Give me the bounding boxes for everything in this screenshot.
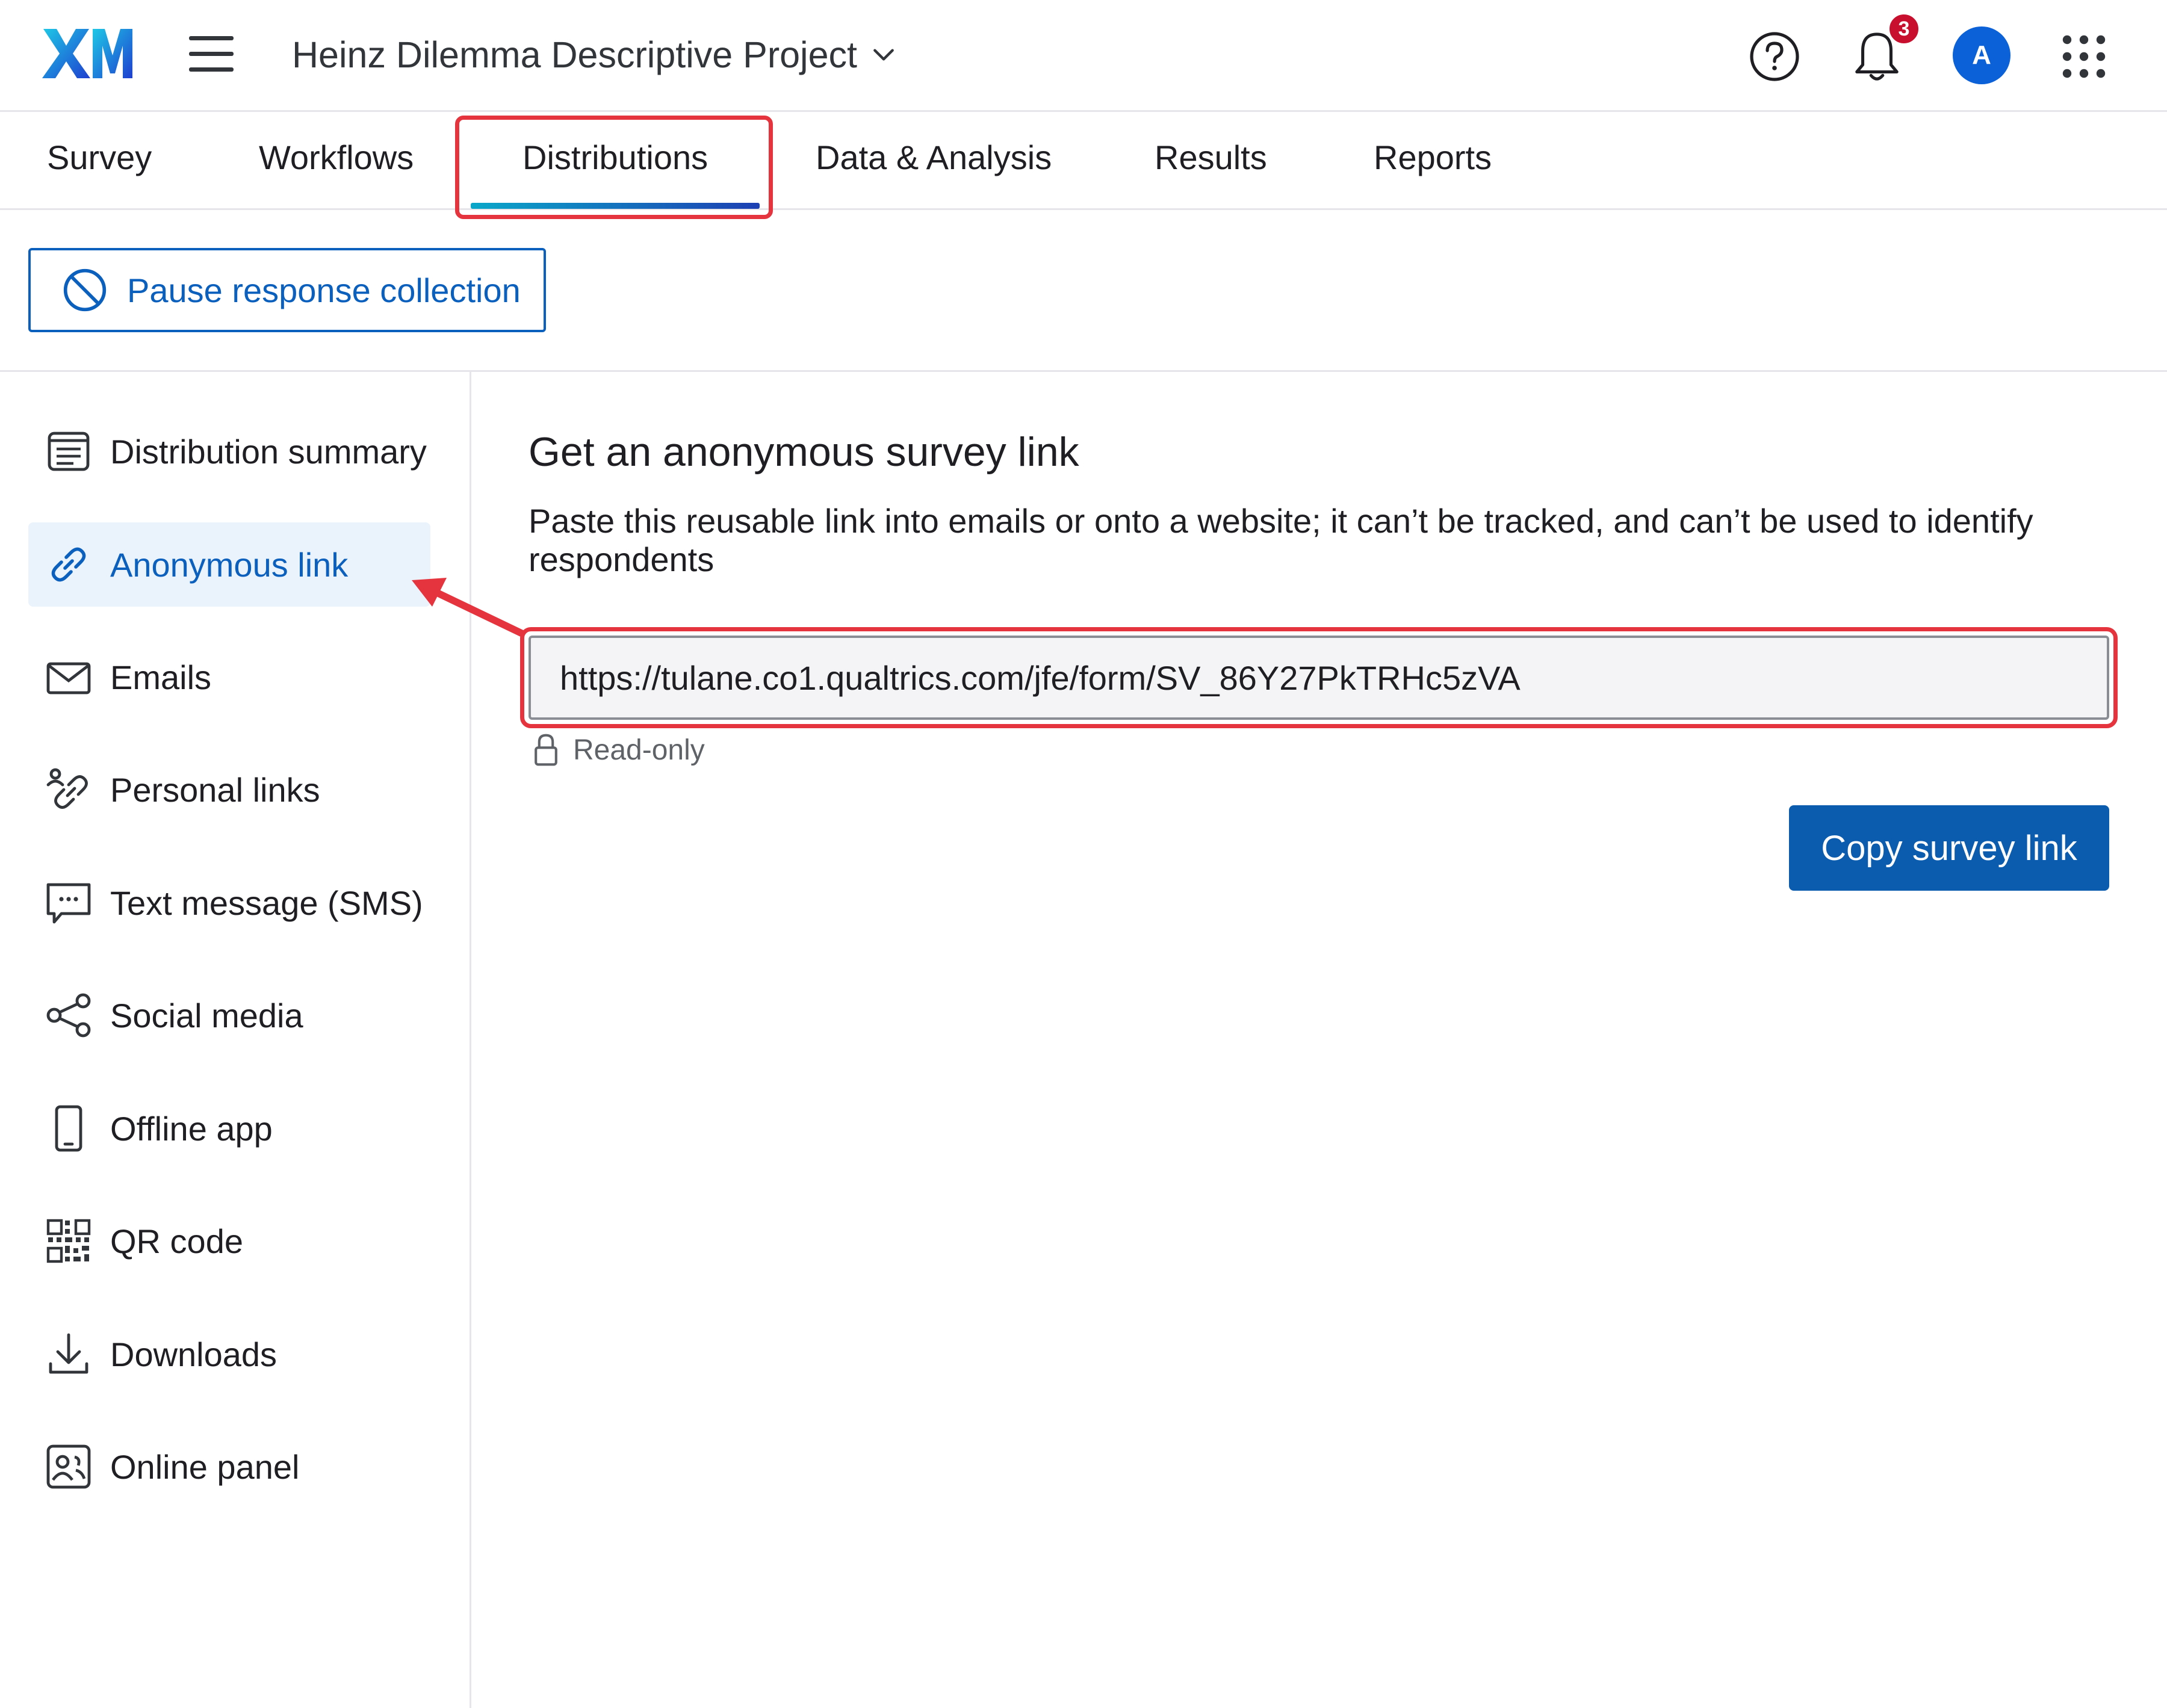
- notification-badge: 3: [1887, 12, 1921, 46]
- project-selector[interactable]: Heinz Dilemma Descriptive Project: [292, 34, 897, 76]
- sidebar-item-downloads[interactable]: Downloads: [28, 1312, 430, 1396]
- survey-link-input[interactable]: [560, 658, 2065, 698]
- tab-workflows[interactable]: Workflows: [259, 138, 414, 177]
- sidebar-item-offline-app[interactable]: Offline app: [28, 1086, 430, 1171]
- sidebar-item-social-media[interactable]: Social media: [28, 973, 430, 1057]
- pause-response-collection-button[interactable]: Pause response collection: [28, 248, 546, 332]
- sidebar-item-label: Personal links: [110, 770, 320, 809]
- sidebar-item-label: Offline app: [110, 1109, 273, 1148]
- page-title: Get an anonymous survey link: [529, 429, 1079, 475]
- sidebar-item-label: QR code: [110, 1222, 243, 1260]
- page-description: Paste this reusable link into emails or …: [529, 502, 2033, 578]
- tab-results[interactable]: Results: [1155, 138, 1267, 177]
- xm-logo[interactable]: [42, 26, 132, 81]
- survey-link-field[interactable]: [529, 636, 2109, 720]
- qr-code-icon: [42, 1214, 96, 1268]
- block-icon: [63, 268, 107, 312]
- tab-bar: Survey Workflows Distributions Data & An…: [0, 114, 2167, 210]
- menu-icon[interactable]: [187, 35, 235, 73]
- project-title: Heinz Dilemma Descriptive Project: [292, 34, 857, 75]
- sidebar-item-label: Distribution summary: [110, 432, 427, 471]
- sidebar-item-label: Social media: [110, 996, 303, 1035]
- share-icon: [42, 988, 96, 1042]
- sidebar-item-personal-links[interactable]: Personal links: [28, 747, 430, 832]
- phone-icon: [42, 1101, 96, 1156]
- pause-button-label: Pause response collection: [127, 271, 521, 309]
- tab-data-analysis[interactable]: Data & Analysis: [816, 138, 1052, 177]
- sidebar-item-qr-code[interactable]: QR code: [28, 1199, 430, 1283]
- chevron-down-icon: [873, 49, 894, 61]
- apps-grid-icon[interactable]: [2054, 26, 2114, 87]
- top-header: Heinz Dilemma Descriptive Project 3 A: [0, 0, 2167, 112]
- sidebar-item-online-panel[interactable]: Online panel: [28, 1425, 430, 1509]
- readonly-note: Read-only: [533, 733, 705, 767]
- copy-survey-link-button[interactable]: Copy survey link: [1789, 805, 2109, 891]
- sidebar-item-label: Text message (SMS): [110, 883, 423, 922]
- tab-distributions[interactable]: Distributions: [522, 138, 708, 177]
- sidebar-item-sms[interactable]: Text message (SMS): [28, 861, 430, 945]
- envelope-icon: [42, 650, 96, 704]
- panel-icon: [42, 1440, 96, 1494]
- lock-icon: [535, 734, 557, 766]
- sidebar-item-label: Online panel: [110, 1447, 300, 1486]
- sidebar-item-distribution-summary[interactable]: Distribution summary: [28, 409, 430, 494]
- active-tab-indicator: [471, 203, 760, 209]
- summary-list-icon: [42, 424, 96, 478]
- sidebar-item-label: Anonymous link: [110, 545, 349, 584]
- sidebar-item-label: Emails: [110, 658, 212, 696]
- link-icon: [42, 537, 96, 592]
- personal-link-icon: [42, 763, 96, 817]
- help-icon[interactable]: [1744, 26, 1805, 87]
- tab-survey[interactable]: Survey: [47, 138, 152, 177]
- avatar[interactable]: A: [1953, 26, 2010, 84]
- sidebar-item-anonymous-link[interactable]: Anonymous link: [28, 522, 430, 607]
- sidebar-item-emails[interactable]: Emails: [28, 635, 430, 719]
- download-icon: [42, 1327, 96, 1381]
- readonly-label: Read-only: [573, 734, 705, 766]
- section-divider: [0, 370, 2167, 372]
- tab-reports[interactable]: Reports: [1374, 138, 1492, 177]
- sidebar-item-label: Downloads: [110, 1335, 277, 1373]
- annotation-arrow-icon: [412, 578, 525, 637]
- sms-icon: [42, 876, 96, 930]
